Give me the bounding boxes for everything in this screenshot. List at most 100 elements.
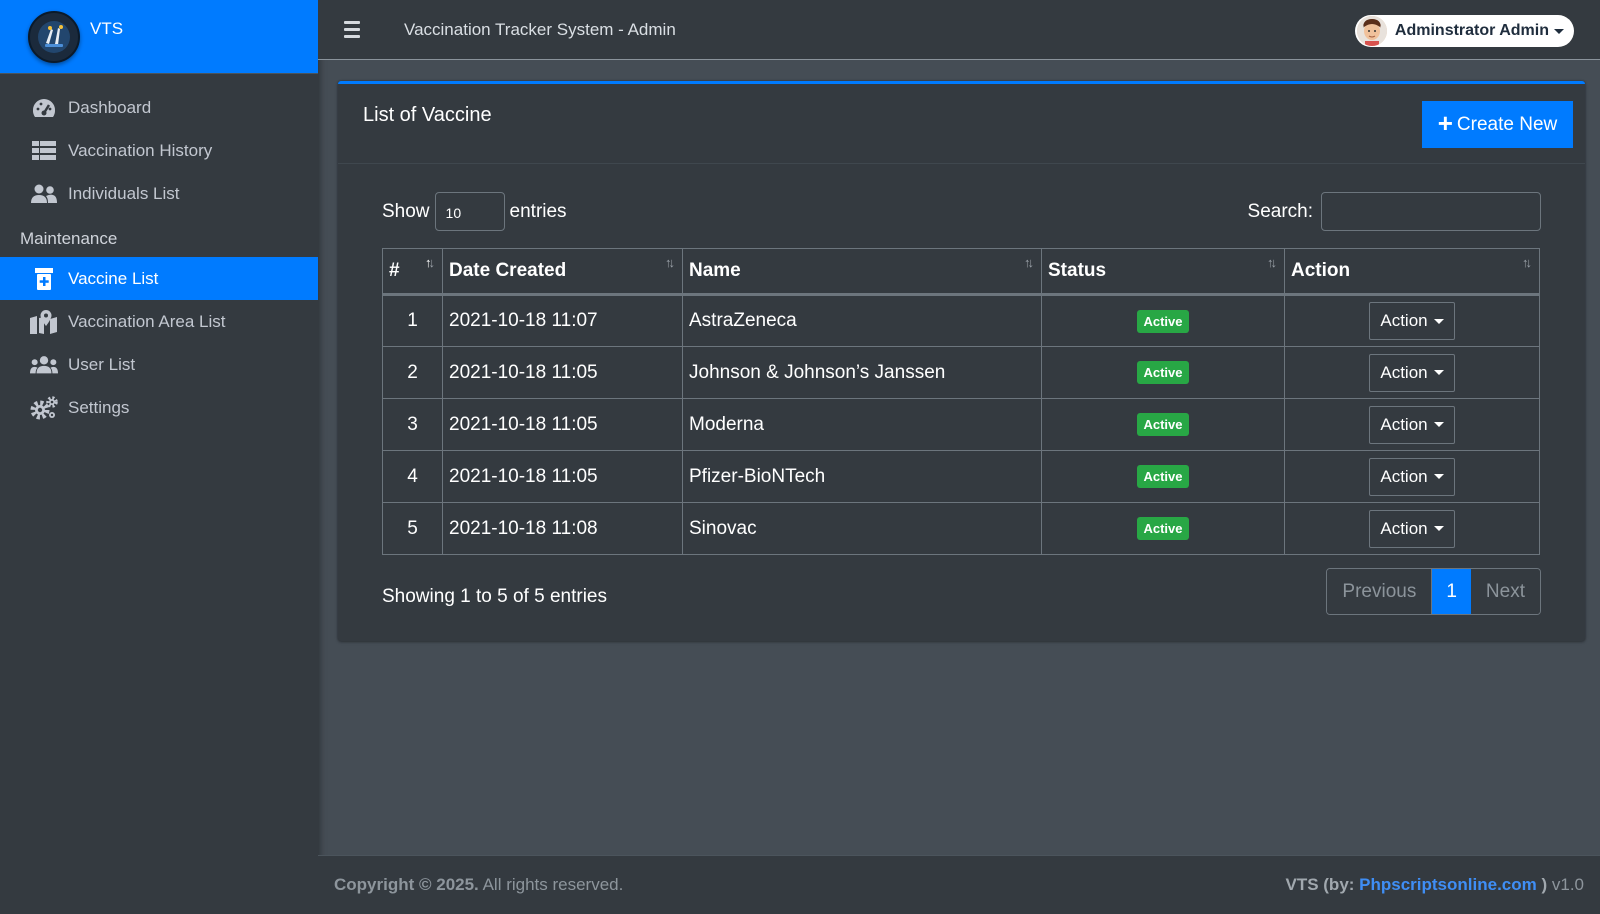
chevron-down-icon bbox=[1433, 474, 1444, 479]
table-row: 5 2021-10-18 11:08 Sinovac Active Action bbox=[382, 502, 1540, 555]
row-name: Moderna bbox=[682, 398, 1042, 451]
action-dropdown-button[interactable]: Action bbox=[1369, 405, 1455, 444]
row-date-created: 2021-10-18 11:08 bbox=[442, 502, 683, 555]
previous-page-button[interactable]: Previous bbox=[1327, 569, 1433, 614]
column-header-number[interactable]: # ↑↓ bbox=[382, 248, 443, 296]
sidebar-item-vaccine-list[interactable]: Vaccine List bbox=[0, 257, 318, 300]
row-status: Active bbox=[1041, 294, 1285, 347]
row-date-created: 2021-10-18 11:05 bbox=[442, 346, 683, 399]
chevron-down-icon bbox=[1554, 28, 1564, 34]
top-navbar: Vaccination Tracker System - Admin Admin… bbox=[318, 0, 1600, 60]
brand-logo-icon bbox=[28, 10, 80, 63]
action-dropdown-button[interactable]: Action bbox=[1369, 302, 1455, 340]
sidebar-item-vaccination-area-list[interactable]: Vaccination Area List bbox=[0, 300, 318, 343]
sidebar-item-label: Vaccination History bbox=[68, 140, 213, 160]
column-header-action[interactable]: Action ↑↓ bbox=[1284, 248, 1540, 296]
table-icon bbox=[30, 139, 58, 163]
create-new-button[interactable]: + Create New bbox=[1422, 101, 1573, 148]
user-name: Adminstrator Admin bbox=[1394, 22, 1549, 39]
sidebar: VTS Dashboard Vaccination History Indivi… bbox=[0, 0, 318, 914]
hamburger-menu-icon[interactable] bbox=[344, 18, 368, 42]
row-action: Action bbox=[1284, 346, 1540, 399]
row-status: Active bbox=[1041, 346, 1285, 399]
copyright: Copyright © 2025. All rights reserved. bbox=[334, 875, 624, 894]
create-new-label: Create New bbox=[1456, 113, 1558, 135]
status-badge: Active bbox=[1137, 361, 1189, 384]
row-status: Active bbox=[1041, 502, 1285, 555]
row-action: Action bbox=[1284, 294, 1540, 347]
page-length-select[interactable]: 10 bbox=[434, 192, 505, 231]
row-action: Action bbox=[1284, 502, 1540, 555]
sidebar-item-label: Individuals List bbox=[68, 183, 180, 203]
column-header-name[interactable]: Name ↑↓ bbox=[682, 248, 1042, 296]
row-number: 5 bbox=[382, 502, 443, 555]
chevron-down-icon bbox=[1433, 526, 1444, 531]
sidebar-nav: Dashboard Vaccination History Individual… bbox=[0, 74, 318, 429]
vaccine-list-card: List of Vaccine + Create New Show 10 ent… bbox=[338, 81, 1585, 641]
row-number: 2 bbox=[382, 346, 443, 399]
row-number: 3 bbox=[382, 398, 443, 451]
users-cog-icon bbox=[30, 353, 58, 377]
card-header: List of Vaccine + Create New bbox=[338, 84, 1585, 164]
sidebar-item-label: Settings bbox=[68, 397, 130, 417]
row-action: Action bbox=[1284, 450, 1540, 503]
column-header-status[interactable]: Status ↑↓ bbox=[1041, 248, 1285, 296]
row-name: AstraZeneca bbox=[682, 294, 1042, 347]
status-badge: Active bbox=[1137, 517, 1189, 540]
cogs-icon bbox=[30, 395, 58, 420]
sort-icon: ↑↓ bbox=[1267, 255, 1277, 270]
sidebar-item-user-list[interactable]: User List bbox=[0, 343, 318, 386]
row-status: Active bbox=[1041, 450, 1285, 503]
card-title: List of Vaccine bbox=[363, 104, 492, 126]
sidebar-item-vaccination-history[interactable]: Vaccination History bbox=[0, 129, 318, 172]
credit-link[interactable]: Phpscriptsonline.com bbox=[1359, 875, 1537, 894]
row-date-created: 2021-10-18 11:05 bbox=[442, 398, 683, 451]
row-status: Active bbox=[1041, 398, 1285, 451]
sidebar-item-label: Vaccine List bbox=[68, 268, 159, 288]
nav-section-header: Maintenance bbox=[20, 229, 118, 248]
action-dropdown-button[interactable]: Action bbox=[1369, 457, 1455, 496]
row-number: 1 bbox=[382, 294, 443, 347]
row-action: Action bbox=[1284, 398, 1540, 451]
page-length-control: Show 10 entries bbox=[382, 192, 567, 231]
row-date-created: 2021-10-18 11:07 bbox=[442, 294, 683, 347]
page-1-button[interactable]: 1 bbox=[1432, 569, 1471, 614]
status-badge: Active bbox=[1137, 465, 1189, 488]
sidebar-item-individuals-list[interactable]: Individuals List bbox=[0, 172, 318, 215]
sidebar-item-dashboard[interactable]: Dashboard bbox=[0, 86, 318, 129]
row-name: Johnson & Johnson’s Janssen bbox=[682, 346, 1042, 399]
sort-icon: ↑↓ bbox=[1522, 255, 1532, 270]
table-info: Showing 1 to 5 of 5 entries bbox=[382, 586, 607, 607]
chevron-down-icon bbox=[1433, 422, 1444, 427]
row-number: 4 bbox=[382, 450, 443, 503]
page-title: Vaccination Tracker System - Admin bbox=[404, 19, 676, 39]
tachometer-icon bbox=[30, 96, 58, 120]
column-header-date-created[interactable]: Date Created ↑↓ bbox=[442, 248, 683, 296]
users-icon bbox=[30, 182, 58, 206]
plus-icon: + bbox=[1437, 108, 1453, 138]
row-name: Pfizer-BioNTech bbox=[682, 450, 1042, 503]
sidebar-item-label: Dashboard bbox=[68, 97, 152, 117]
footer: Copyright © 2025. All rights reserved. V… bbox=[318, 855, 1600, 914]
entries-label: entries bbox=[509, 200, 567, 222]
action-dropdown-button[interactable]: Action bbox=[1369, 509, 1455, 548]
sidebar-item-label: Vaccination Area List bbox=[68, 311, 226, 331]
brand[interactable]: VTS bbox=[0, 0, 318, 74]
sidebar-item-label: User List bbox=[68, 354, 136, 374]
next-page-button[interactable]: Next bbox=[1470, 569, 1540, 614]
status-badge: Active bbox=[1137, 309, 1189, 333]
search-input[interactable] bbox=[1321, 192, 1541, 231]
table-row: 1 2021-10-18 11:07 AstraZeneca Active Ac… bbox=[382, 294, 1540, 347]
chevron-down-icon bbox=[1433, 318, 1444, 324]
prescription-bottle-icon bbox=[30, 267, 58, 291]
table-row: 2 2021-10-18 11:05 Johnson & Johnson’s J… bbox=[382, 346, 1540, 399]
sort-icon: ↑↓ bbox=[665, 255, 675, 270]
chevron-down-icon bbox=[1433, 370, 1444, 375]
table-header-row: # ↑↓ Date Created ↑↓ Name ↑↓ Status ↑↓ Actio… bbox=[382, 248, 1540, 296]
version: v1.0 bbox=[1547, 875, 1584, 894]
action-dropdown-button[interactable]: Action bbox=[1369, 353, 1455, 392]
show-label: Show bbox=[382, 200, 430, 222]
user-menu-dropdown[interactable]: Adminstrator Admin bbox=[1354, 15, 1574, 47]
sort-icon: ↑↓ bbox=[1024, 255, 1034, 270]
sidebar-item-settings[interactable]: Settings bbox=[0, 386, 318, 429]
